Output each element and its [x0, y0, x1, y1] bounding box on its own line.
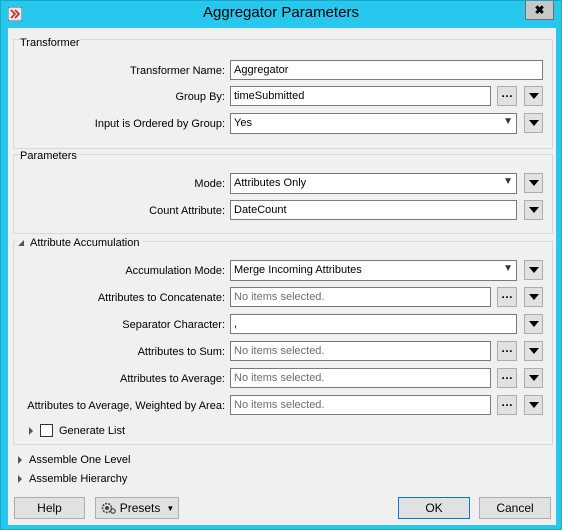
- dropdown-arrow-icon: [528, 321, 539, 327]
- dialog-window: Aggregator Parameters ✖ Transformer Tran…: [0, 0, 562, 530]
- parameters-section-title: Parameters: [20, 150, 77, 162]
- sum-label: Attributes to Sum:: [137, 346, 225, 358]
- dropdown-arrow-icon: [528, 93, 539, 99]
- group-by-input[interactable]: timeSubmitted: [230, 86, 491, 106]
- title-bar: Aggregator Parameters ✖: [1, 1, 561, 26]
- chevron-down-icon: ▼: [166, 503, 175, 513]
- concatenate-browse-button[interactable]: …: [497, 287, 517, 307]
- weighted-average-browse-button[interactable]: …: [497, 395, 517, 415]
- accumulation-mode-menu-button[interactable]: [524, 260, 543, 280]
- chevron-down-icon: ▼: [503, 176, 513, 187]
- collapsed-triangle-icon: [18, 456, 22, 464]
- assemble-hierarchy-label: Assemble Hierarchy: [29, 473, 128, 485]
- dropdown-arrow-icon: [528, 180, 539, 186]
- count-attribute-menu-button[interactable]: [524, 200, 543, 220]
- accumulation-mode-select[interactable]: Merge Incoming Attributes ▼: [230, 260, 517, 281]
- generate-list-row[interactable]: Generate List: [29, 424, 125, 437]
- dropdown-arrow-icon: [528, 375, 539, 381]
- count-attribute-label: Count Attribute:: [149, 205, 225, 217]
- accumulation-section-title: Attribute Accumulation: [30, 237, 140, 249]
- parameters-section: [13, 154, 553, 234]
- expanded-triangle-icon: [18, 240, 24, 246]
- accumulation-mode-value: Merge Incoming Attributes: [234, 264, 362, 276]
- collapsed-triangle-icon: [18, 475, 22, 483]
- concatenate-label: Attributes to Concatenate:: [97, 292, 225, 304]
- mode-value: Attributes Only: [234, 177, 307, 189]
- weighted-average-label: Attributes to Average, Weighted by Area:: [27, 400, 225, 412]
- separator-label: Separator Character:: [122, 319, 225, 331]
- group-by-menu-button[interactable]: [524, 86, 543, 106]
- mode-menu-button[interactable]: [524, 173, 543, 193]
- transformer-name-label: Transformer Name:: [130, 65, 225, 77]
- close-button[interactable]: ✖: [525, 1, 554, 20]
- mode-label: Mode:: [194, 178, 225, 190]
- presets-button[interactable]: Presets ▼: [95, 497, 179, 519]
- accumulation-section-header[interactable]: Attribute Accumulation: [18, 237, 144, 249]
- presets-button-label: Presets: [119, 501, 161, 515]
- chevron-down-icon: ▼: [503, 263, 513, 274]
- chevron-down-icon: ▼: [503, 116, 513, 127]
- ordered-by-group-select[interactable]: Yes ▼: [230, 113, 517, 134]
- sum-menu-button[interactable]: [524, 341, 543, 361]
- separator-menu-button[interactable]: [524, 314, 543, 334]
- weighted-average-input[interactable]: No items selected.: [230, 395, 491, 415]
- cancel-button[interactable]: Cancel: [479, 497, 551, 519]
- ordered-by-group-menu-button[interactable]: [524, 113, 543, 133]
- dropdown-arrow-icon: [528, 207, 539, 213]
- average-label: Attributes to Average:: [120, 373, 225, 385]
- concatenate-input[interactable]: No items selected.: [230, 287, 491, 307]
- accumulation-mode-label: Accumulation Mode:: [125, 265, 225, 277]
- average-input[interactable]: No items selected.: [230, 368, 491, 388]
- concatenate-menu-button[interactable]: [524, 287, 543, 307]
- average-menu-button[interactable]: [524, 368, 543, 388]
- ok-button[interactable]: OK: [398, 497, 470, 519]
- cancel-button-label: Cancel: [496, 501, 534, 515]
- ok-button-label: OK: [425, 501, 443, 515]
- help-button-label: Help: [37, 501, 62, 515]
- sum-browse-button[interactable]: …: [497, 341, 517, 361]
- dropdown-arrow-icon: [528, 120, 539, 126]
- sum-input[interactable]: No items selected.: [230, 341, 491, 361]
- assemble-one-level-label: Assemble One Level: [29, 454, 131, 466]
- transformer-name-input[interactable]: Aggregator: [230, 60, 543, 80]
- assemble-one-level-header[interactable]: Assemble One Level: [18, 454, 131, 466]
- ordered-by-group-value: Yes: [234, 117, 252, 129]
- gear-icon: [100, 501, 116, 515]
- weighted-average-menu-button[interactable]: [524, 395, 543, 415]
- ordered-by-group-label: Input is Ordered by Group:: [94, 118, 225, 130]
- separator-input[interactable]: ,: [230, 314, 517, 334]
- dropdown-arrow-icon: [528, 348, 539, 354]
- generate-list-label: Generate List: [59, 424, 126, 437]
- generate-list-checkbox[interactable]: [40, 424, 53, 437]
- dialog-body: Transformer Transformer Name: Aggregator…: [8, 28, 556, 525]
- average-browse-button[interactable]: …: [497, 368, 517, 388]
- count-attribute-input[interactable]: DateCount: [230, 200, 517, 220]
- transformer-section-title: Transformer: [20, 37, 80, 49]
- window-title: Aggregator Parameters: [203, 4, 359, 21]
- assemble-hierarchy-header[interactable]: Assemble Hierarchy: [18, 473, 127, 485]
- close-icon: ✖: [534, 3, 545, 17]
- dropdown-arrow-icon: [528, 402, 539, 408]
- mode-select[interactable]: Attributes Only ▼: [230, 173, 517, 194]
- group-by-label: Group By:: [175, 91, 225, 103]
- collapsed-triangle-icon: [29, 426, 33, 435]
- dropdown-arrow-icon: [528, 267, 539, 273]
- help-button[interactable]: Help: [14, 497, 85, 519]
- dropdown-arrow-icon: [528, 294, 539, 300]
- group-by-browse-button[interactable]: …: [497, 86, 517, 106]
